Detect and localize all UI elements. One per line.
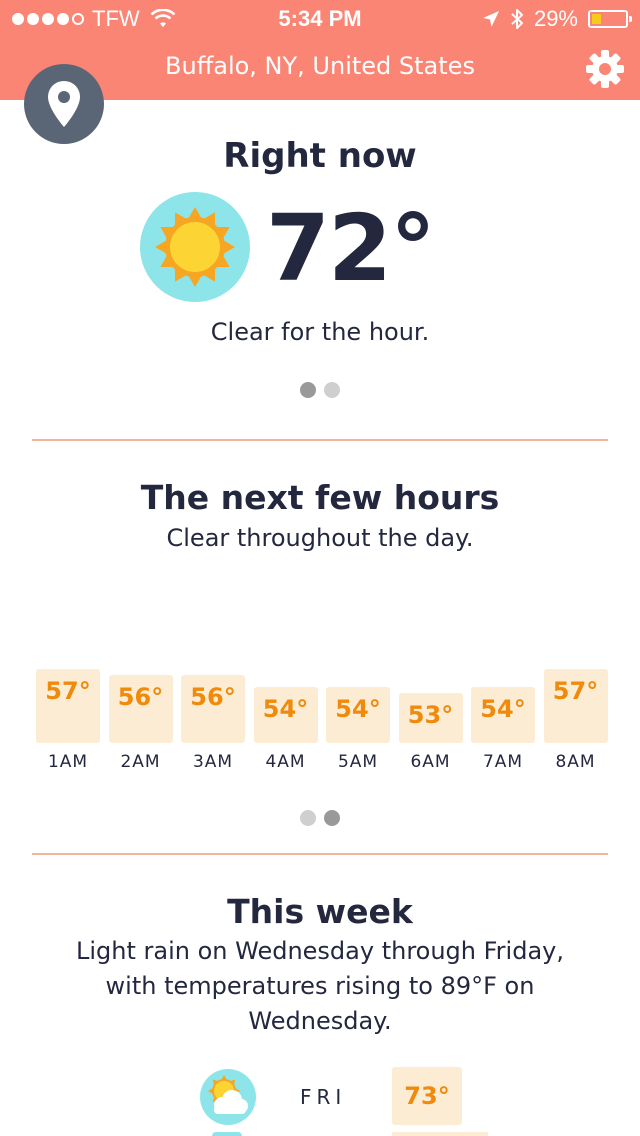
hour-temperature: 57° [45,677,91,705]
section-divider [32,439,608,441]
this-week-summary-line-3: Wednesday. [248,1007,392,1035]
hour-temperature: 54° [335,695,381,723]
day-temperature: 73° [392,1067,462,1125]
hour-label: 3AM [192,752,234,772]
status-bar: TFW 5:34 PM 29% [0,0,640,40]
page-dot[interactable] [324,810,340,826]
hour-label: 6AM [410,752,451,772]
location-arrow-icon [482,11,499,27]
day-name: FRI [300,1085,347,1109]
current-summary: Clear for the hour. [210,318,430,346]
map-pin-icon [48,81,80,127]
hour-temp-bar: 57° [36,669,100,743]
page-dot[interactable] [300,810,316,826]
hour-temp-bar: 54° [326,687,390,743]
section-divider [32,853,608,855]
settings-button[interactable] [584,48,626,90]
next-hours-title: The next few hours [140,478,500,517]
partly-cloudy-icon [208,1075,248,1114]
hour-temperature: 57° [552,677,599,705]
next-hours-summary: Clear throughout the day. [166,524,474,552]
current-temperature: 72° [266,195,436,302]
hour-temp-bar: 56° [108,675,173,743]
hour-label: 5AM [337,752,379,772]
status-right: 29% [482,6,632,32]
hour-temperature: 53° [407,701,454,729]
hour-temperature: 54° [262,695,309,723]
this-week-summary-line-2: with temperatures rising to 89°F on [105,972,535,1000]
hour-label: 2AM [120,752,161,772]
page-dot[interactable] [324,382,340,398]
location-title[interactable]: Buffalo, NY, United States [0,52,640,80]
current-weather-badge [140,192,250,302]
bluetooth-icon [511,9,523,29]
hour-temp-bar: 57° [543,669,608,743]
page-indicator-top[interactable] [300,382,340,398]
hour-temperature: 56° [190,683,236,711]
page-dot[interactable] [300,382,316,398]
next-day-badge-partial [212,1132,242,1136]
hour-label: 7AM [482,752,524,772]
hour-temp-bar: 54° [253,687,318,743]
hour-temp-bar: 54° [471,687,535,743]
gear-icon [586,50,624,88]
this-week-title: This week [227,892,413,931]
hour-temperature: 56° [117,683,164,711]
hour-temp-bar: 56° [181,675,245,743]
hour-label: 4AM [265,752,306,772]
this-week-summary-line-1: Light rain on Wednesday through Friday, [75,937,564,965]
battery-icon [588,10,632,28]
page-indicator-hours[interactable] [300,810,340,826]
sun-icon [155,207,235,287]
hour-label: 1AM [47,752,89,772]
hour-temperature: 54° [480,695,526,723]
battery-percent: 29% [533,6,578,31]
location-button[interactable] [24,64,104,144]
day-weather-badge [200,1069,256,1125]
next-day-temp-partial [392,1132,488,1136]
hour-label: 8AM [555,752,596,772]
right-now-title: Right now [223,136,417,176]
hour-temp-bar: 53° [398,693,463,743]
